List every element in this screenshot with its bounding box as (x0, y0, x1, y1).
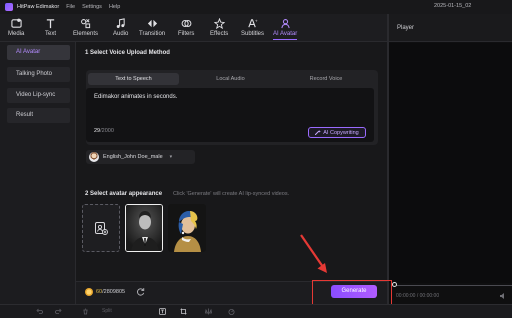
sidebar-item-ai-avatar[interactable]: AI Avatar (7, 45, 70, 60)
avatar-section-hint: Click 'Generate' will create AI lip-sync… (173, 191, 290, 197)
tool-label: AI Avatar (273, 31, 298, 37)
generate-button[interactable]: Generate (331, 285, 377, 298)
char-limit: /2000 (100, 128, 114, 134)
player-title: Player (397, 25, 415, 31)
delete-icon[interactable] (82, 308, 89, 315)
svg-text:+: + (255, 19, 258, 23)
menu-settings[interactable]: Settings (82, 4, 102, 10)
ai-copywriting-button[interactable]: AI Copywriting (308, 127, 366, 138)
add-person-icon (95, 222, 108, 235)
elements-icon (81, 19, 91, 29)
transition-icon (147, 19, 157, 28)
tab-text-to-speech[interactable]: Text to Speech (88, 73, 179, 85)
undo-icon[interactable] (36, 308, 43, 315)
text-tool-icon[interactable] (159, 308, 166, 315)
tool-label: Media (8, 31, 25, 37)
chevron-down-icon: ▾ (169, 154, 173, 160)
credits-total: /2809805 (102, 289, 126, 295)
menu-help[interactable]: Help (109, 4, 120, 10)
voice-section-title: 1 Select Voice Upload Method (85, 50, 170, 56)
tool-transition[interactable]: Transition (139, 16, 165, 40)
upload-avatar-button[interactable] (82, 204, 120, 252)
player-panel: Player 00:00:00 / 00:00:00 (387, 14, 512, 304)
tool-label: Elements (73, 31, 99, 37)
avatar-section-title: 2 Select avatar appearance (85, 191, 163, 197)
redo-icon[interactable] (55, 308, 62, 315)
tab-local-audio[interactable]: Local Audio (183, 73, 278, 85)
player-header: Player (389, 14, 512, 42)
audio-icon (116, 18, 125, 28)
tool-audio[interactable]: Audio (113, 16, 128, 40)
voice-name: English_John Doe_male (103, 154, 163, 160)
player-preview (389, 43, 512, 283)
tool-media[interactable]: Media (8, 16, 24, 40)
sidebar-item-result[interactable]: Result (7, 108, 70, 123)
avatar-pearl-earring-image (168, 204, 206, 252)
mirror-icon[interactable] (205, 308, 212, 315)
title-bar: HitPaw Edimakor File Settings Help 2025-… (0, 0, 512, 14)
char-counter: 29/2000 (94, 128, 114, 134)
tool-label: Text (45, 31, 57, 37)
playback-progress[interactable] (394, 285, 512, 286)
text-icon (46, 19, 55, 29)
tool-label: Subtitles (241, 31, 265, 37)
tool-ai-avatar[interactable]: AI Avatar (273, 16, 298, 40)
subtitles-icon: + (248, 19, 258, 28)
tool-filters[interactable]: Filters (178, 16, 194, 40)
media-icon (11, 18, 22, 28)
magic-wand-icon (315, 130, 322, 135)
tool-text[interactable]: Text (45, 16, 56, 40)
speech-text-value[interactable]: Edimakor animates in seconds. (94, 94, 177, 100)
tool-label: Effects (210, 31, 229, 37)
menu-file[interactable]: File (66, 4, 75, 10)
volume-icon[interactable] (499, 292, 507, 300)
split-button[interactable]: Split (102, 308, 112, 314)
voice-avatar (89, 152, 99, 162)
ai-avatar-icon (280, 19, 290, 29)
timeline-toolbar (0, 304, 512, 318)
credits-balance: 60/2809805 (96, 289, 125, 295)
main-toolbar: Media Text Elements Audio Transition Fil… (0, 14, 387, 42)
tool-subtitles[interactable]: + Subtitles (241, 16, 264, 40)
tab-record-voice[interactable]: Record Voice (282, 73, 370, 85)
filters-icon (181, 19, 192, 28)
crop-icon[interactable] (180, 308, 187, 315)
voice-dropdown[interactable]: English_John Doe_male ▾ (86, 150, 195, 164)
tool-effects[interactable]: Effects (210, 16, 228, 40)
coin-icon (85, 288, 93, 296)
avatar-man-suit-image (126, 205, 162, 251)
tool-label: Transition (139, 31, 166, 37)
project-name: 2025-01-15_02 (434, 3, 472, 9)
app-logo-icon (5, 3, 13, 11)
player-time: 00:00:00 / 00:00:00 (396, 293, 440, 299)
effects-icon (213, 18, 225, 29)
ai-copywriting-label: AI Copywriting (323, 129, 359, 136)
avatar-option-man-suit[interactable] (125, 204, 163, 252)
app-name: HitPaw Edimakor (17, 4, 60, 10)
tool-label: Filters (178, 31, 195, 37)
speed-icon[interactable] (228, 308, 235, 315)
avatar-sidebar: AI Avatar Talking Photo Video Lip-sync R… (0, 42, 76, 304)
refresh-icon[interactable] (136, 287, 145, 296)
avatar-option-pearl-earring[interactable] (168, 204, 206, 252)
sidebar-item-video-lip-sync[interactable]: Video Lip-sync (7, 88, 70, 103)
playhead-handle[interactable] (392, 282, 397, 287)
tool-label: Audio (113, 31, 129, 37)
tool-elements[interactable]: Elements (73, 16, 98, 40)
pointer-arrow-icon (300, 234, 327, 273)
sidebar-item-talking-photo[interactable]: Talking Photo (7, 67, 70, 82)
